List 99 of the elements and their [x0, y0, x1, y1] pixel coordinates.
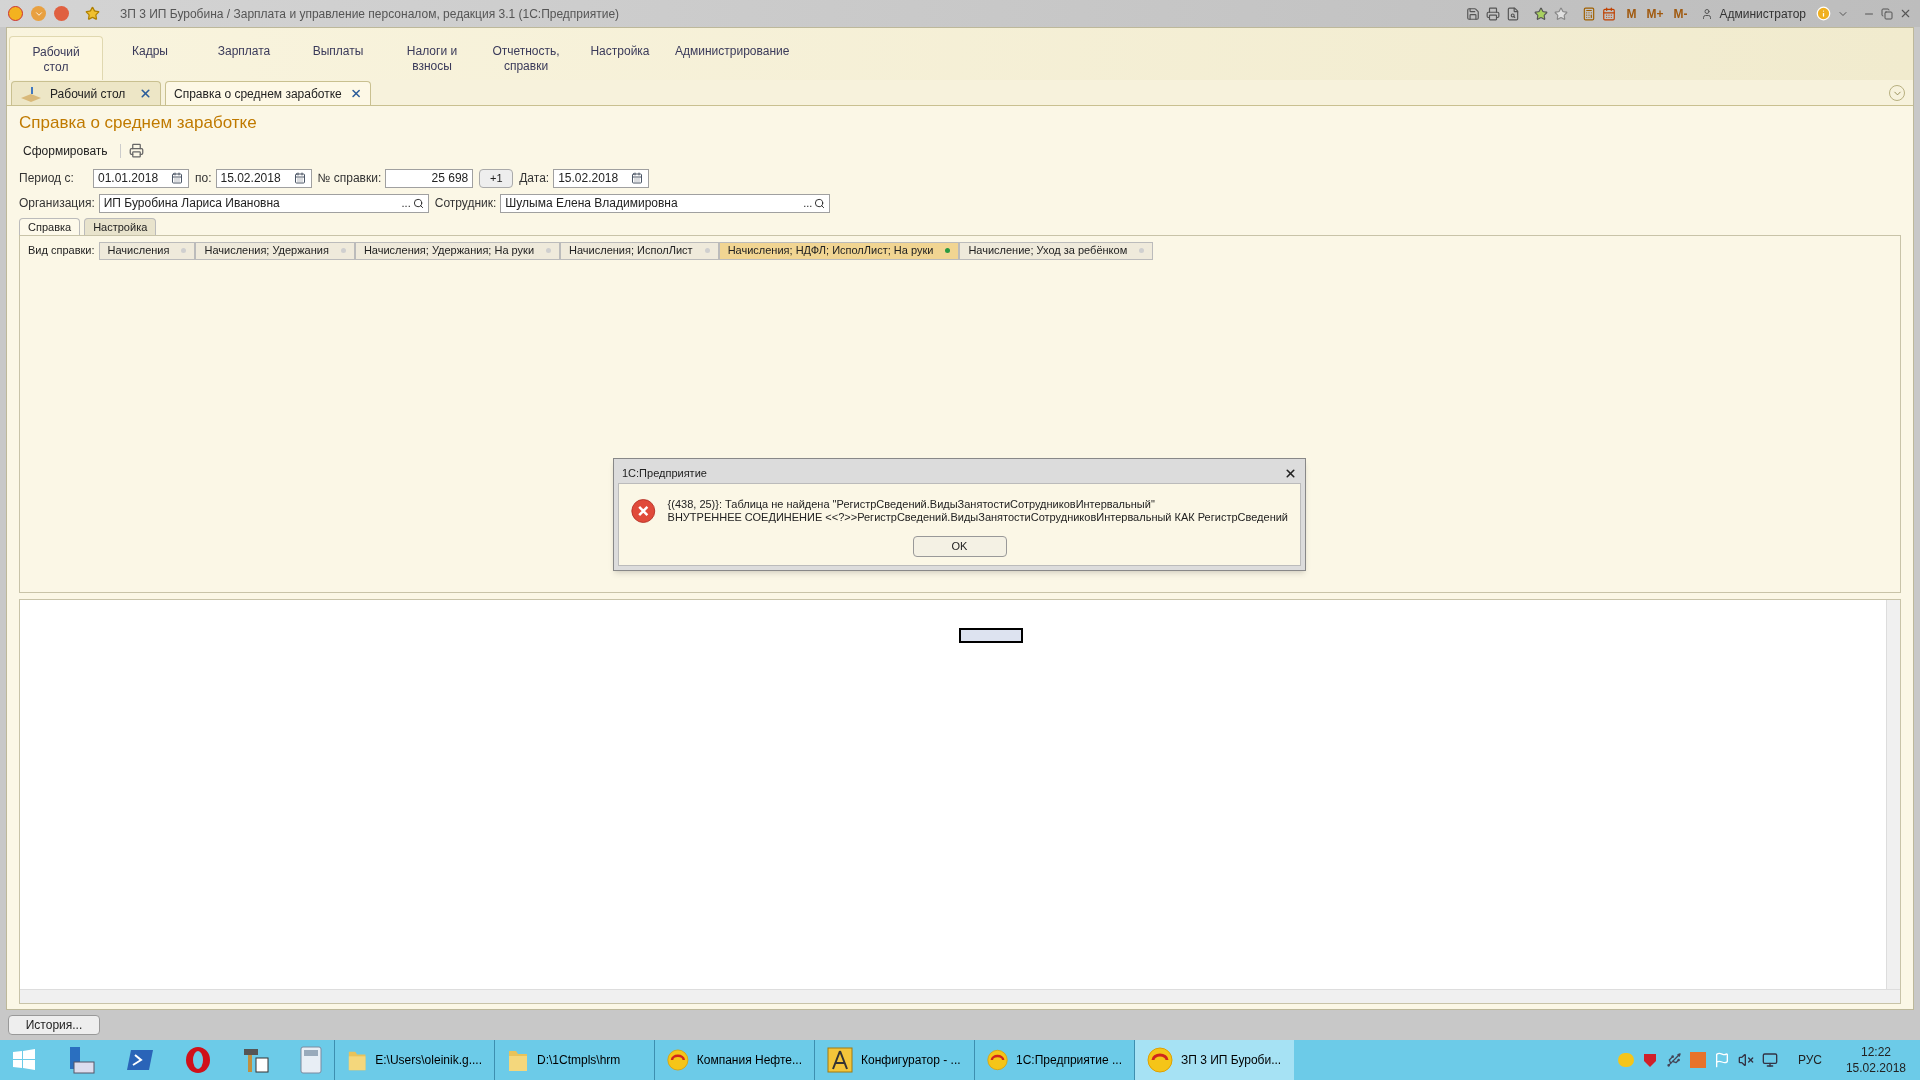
vertical-scrollbar[interactable] — [1886, 599, 1900, 989]
field-value: 15.02.2018 — [558, 170, 619, 187]
field-value: ИП Буробина Лариса Ивановна — [103, 195, 280, 212]
taskbar-button[interactable]: ЗП 3 ИП Буроби... — [1134, 1040, 1294, 1080]
field-value: 25 698 — [431, 170, 469, 187]
network-icon[interactable] — [1761, 1052, 1778, 1068]
variant-button[interactable]: Начисления; НДФЛ; ИсполЛист; На руки — [718, 241, 960, 260]
field-label: Период с: — [19, 170, 75, 187]
clock-date: 15.02.2018 — [1845, 1060, 1906, 1076]
section-tab[interactable]: Отчетность, справки — [479, 36, 573, 80]
calculator-icon[interactable] — [1582, 6, 1597, 21]
section-tab[interactable]: Налоги и взносы — [385, 36, 479, 80]
compass-icon — [827, 1047, 853, 1073]
field-label: Дата: — [519, 170, 550, 187]
variant-button[interactable]: Начисление; Уход за ребёнком — [959, 241, 1154, 260]
variant-button[interactable]: Начисления — [98, 241, 196, 260]
preview-icon[interactable] — [1506, 6, 1521, 21]
taskbar-button[interactable]: D:\1Ctmpls\hrm — [494, 1040, 654, 1080]
calendar-button[interactable] — [292, 170, 307, 186]
field-value: 15.02.2018 — [220, 170, 281, 187]
input-field[interactable]: 15.02.2018 — [215, 168, 312, 188]
printer-icon[interactable] — [1486, 6, 1501, 21]
star-icon[interactable] — [85, 6, 100, 21]
field-label: по: — [195, 170, 212, 187]
restore-icon[interactable] — [1881, 7, 1893, 20]
input-field[interactable]: 15.02.2018 — [553, 168, 650, 188]
dialog-title: 1С:Предприятие — [622, 465, 707, 481]
terminal-icon[interactable] — [126, 1048, 154, 1072]
user-name[interactable]: Администратор — [1719, 4, 1806, 23]
field-label: № справки: — [317, 170, 382, 187]
error-message: ВНУТРЕННЕЕ СОЕДИНЕНИЕ <<?>>РегистрСведений.ВидыЗанятостиСотрудниковИнтервальный КАК РегистрСведений — [667, 511, 1288, 524]
ring-icon[interactable] — [184, 1046, 212, 1074]
input-field[interactable]: Шулыма Елена Владимировна ... — [500, 193, 831, 213]
calendar-icon — [171, 172, 183, 184]
section-tab[interactable]: Настройка — [573, 36, 667, 80]
search-icon[interactable] — [412, 197, 424, 209]
printer-icon[interactable] — [128, 143, 144, 158]
usb-icon[interactable] — [1665, 1052, 1682, 1068]
selected-cell[interactable] — [959, 627, 1023, 643]
tools-icon[interactable] — [242, 1046, 270, 1074]
calculator-icon[interactable] — [300, 1046, 322, 1074]
select-button[interactable]: ... — [401, 194, 411, 212]
input-field[interactable]: 01.01.2018 — [93, 168, 189, 188]
calendar-icon — [631, 172, 644, 184]
section-tab[interactable]: Администрирование — [667, 36, 798, 80]
form-tab[interactable]: Справка — [19, 217, 81, 235]
calendar-icon[interactable] — [1602, 6, 1617, 21]
calendar-button[interactable] — [630, 170, 645, 186]
window-title: ЗП 3 ИП Буробина / Зарплата и управление персоналом, редакция 3.1 (1С:Предприятие) — [120, 5, 620, 23]
section-tab[interactable]: Выплаты — [291, 36, 385, 80]
logo-icon — [987, 1047, 1009, 1073]
error-message: {(438, 25)}: Таблица не найдена "РегистрСведений.ВидыЗанятостиСотрудниковИнтервальный" — [667, 498, 1156, 511]
close-icon[interactable] — [139, 87, 152, 100]
taskbar-button[interactable]: E:\Users\oleinik.g.... — [334, 1040, 494, 1080]
horizontal-scrollbar[interactable] — [20, 988, 1900, 1003]
section-tab[interactable]: Рабочий стол — [9, 36, 103, 80]
shield-icon[interactable] — [1641, 1052, 1658, 1068]
taskbar-button[interactable]: Конфигуратор - ... — [814, 1040, 974, 1080]
section-tab[interactable]: Кадры — [103, 36, 197, 80]
logo-icon — [8, 6, 23, 21]
user-icon — [1701, 7, 1714, 20]
language-indicator[interactable]: РУС — [1797, 1051, 1822, 1069]
variant-button[interactable]: Начисления; Удержания; На руки — [354, 241, 561, 260]
field-value: 01.01.2018 — [98, 170, 159, 187]
taskbar-button[interactable]: 1С:Предприятие ... — [974, 1040, 1134, 1080]
field-label: Организация: — [19, 195, 95, 212]
clock-time: 12:22 — [1860, 1044, 1891, 1060]
section-tab[interactable]: Зарплата — [197, 36, 291, 80]
save-icon[interactable] — [1466, 6, 1481, 21]
round-button[interactable] — [54, 6, 69, 21]
variant-button[interactable]: Начисления; Удержания — [195, 241, 355, 260]
error-icon — [631, 496, 656, 526]
field-label: Сотрудник: — [434, 195, 497, 212]
field-value: Шулыма Елена Владимировна — [505, 195, 678, 212]
star-icon[interactable] — [1554, 6, 1569, 21]
input-field[interactable]: ИП Буробина Лариса Ивановна ... — [98, 193, 429, 213]
logo-icon — [667, 1047, 689, 1073]
ok-button[interactable]: OK — [912, 536, 1007, 557]
input-field[interactable]: 25 698 — [385, 168, 474, 188]
generate-button[interactable]: Сформировать — [19, 141, 112, 160]
open-tab[interactable]: Рабочий стол — [11, 81, 161, 105]
form-tab[interactable]: Настройка — [84, 217, 157, 235]
select-button[interactable]: ... — [803, 194, 813, 212]
variant-button[interactable]: Начисления; ИсполЛист — [560, 241, 719, 260]
taskbar-button[interactable]: Компания Нефте... — [654, 1040, 814, 1080]
calendar-icon — [293, 172, 306, 184]
increment-button[interactable]: +1 — [479, 168, 514, 188]
close-icon[interactable] — [349, 87, 362, 100]
history-button[interactable]: История... — [8, 1015, 100, 1035]
form-title: Справка о среднем заработке — [19, 112, 258, 134]
calendar-button[interactable] — [170, 170, 184, 186]
mute-icon[interactable] — [1737, 1052, 1754, 1068]
star-icon[interactable] — [1534, 6, 1549, 21]
logo-icon — [1147, 1047, 1173, 1073]
search-icon[interactable] — [814, 197, 826, 209]
close-icon[interactable] — [1284, 466, 1297, 480]
open-tab[interactable]: Справка о среднем заработке — [165, 81, 371, 105]
variant-label: Вид справки: — [28, 243, 95, 259]
desk-icon — [20, 84, 42, 103]
